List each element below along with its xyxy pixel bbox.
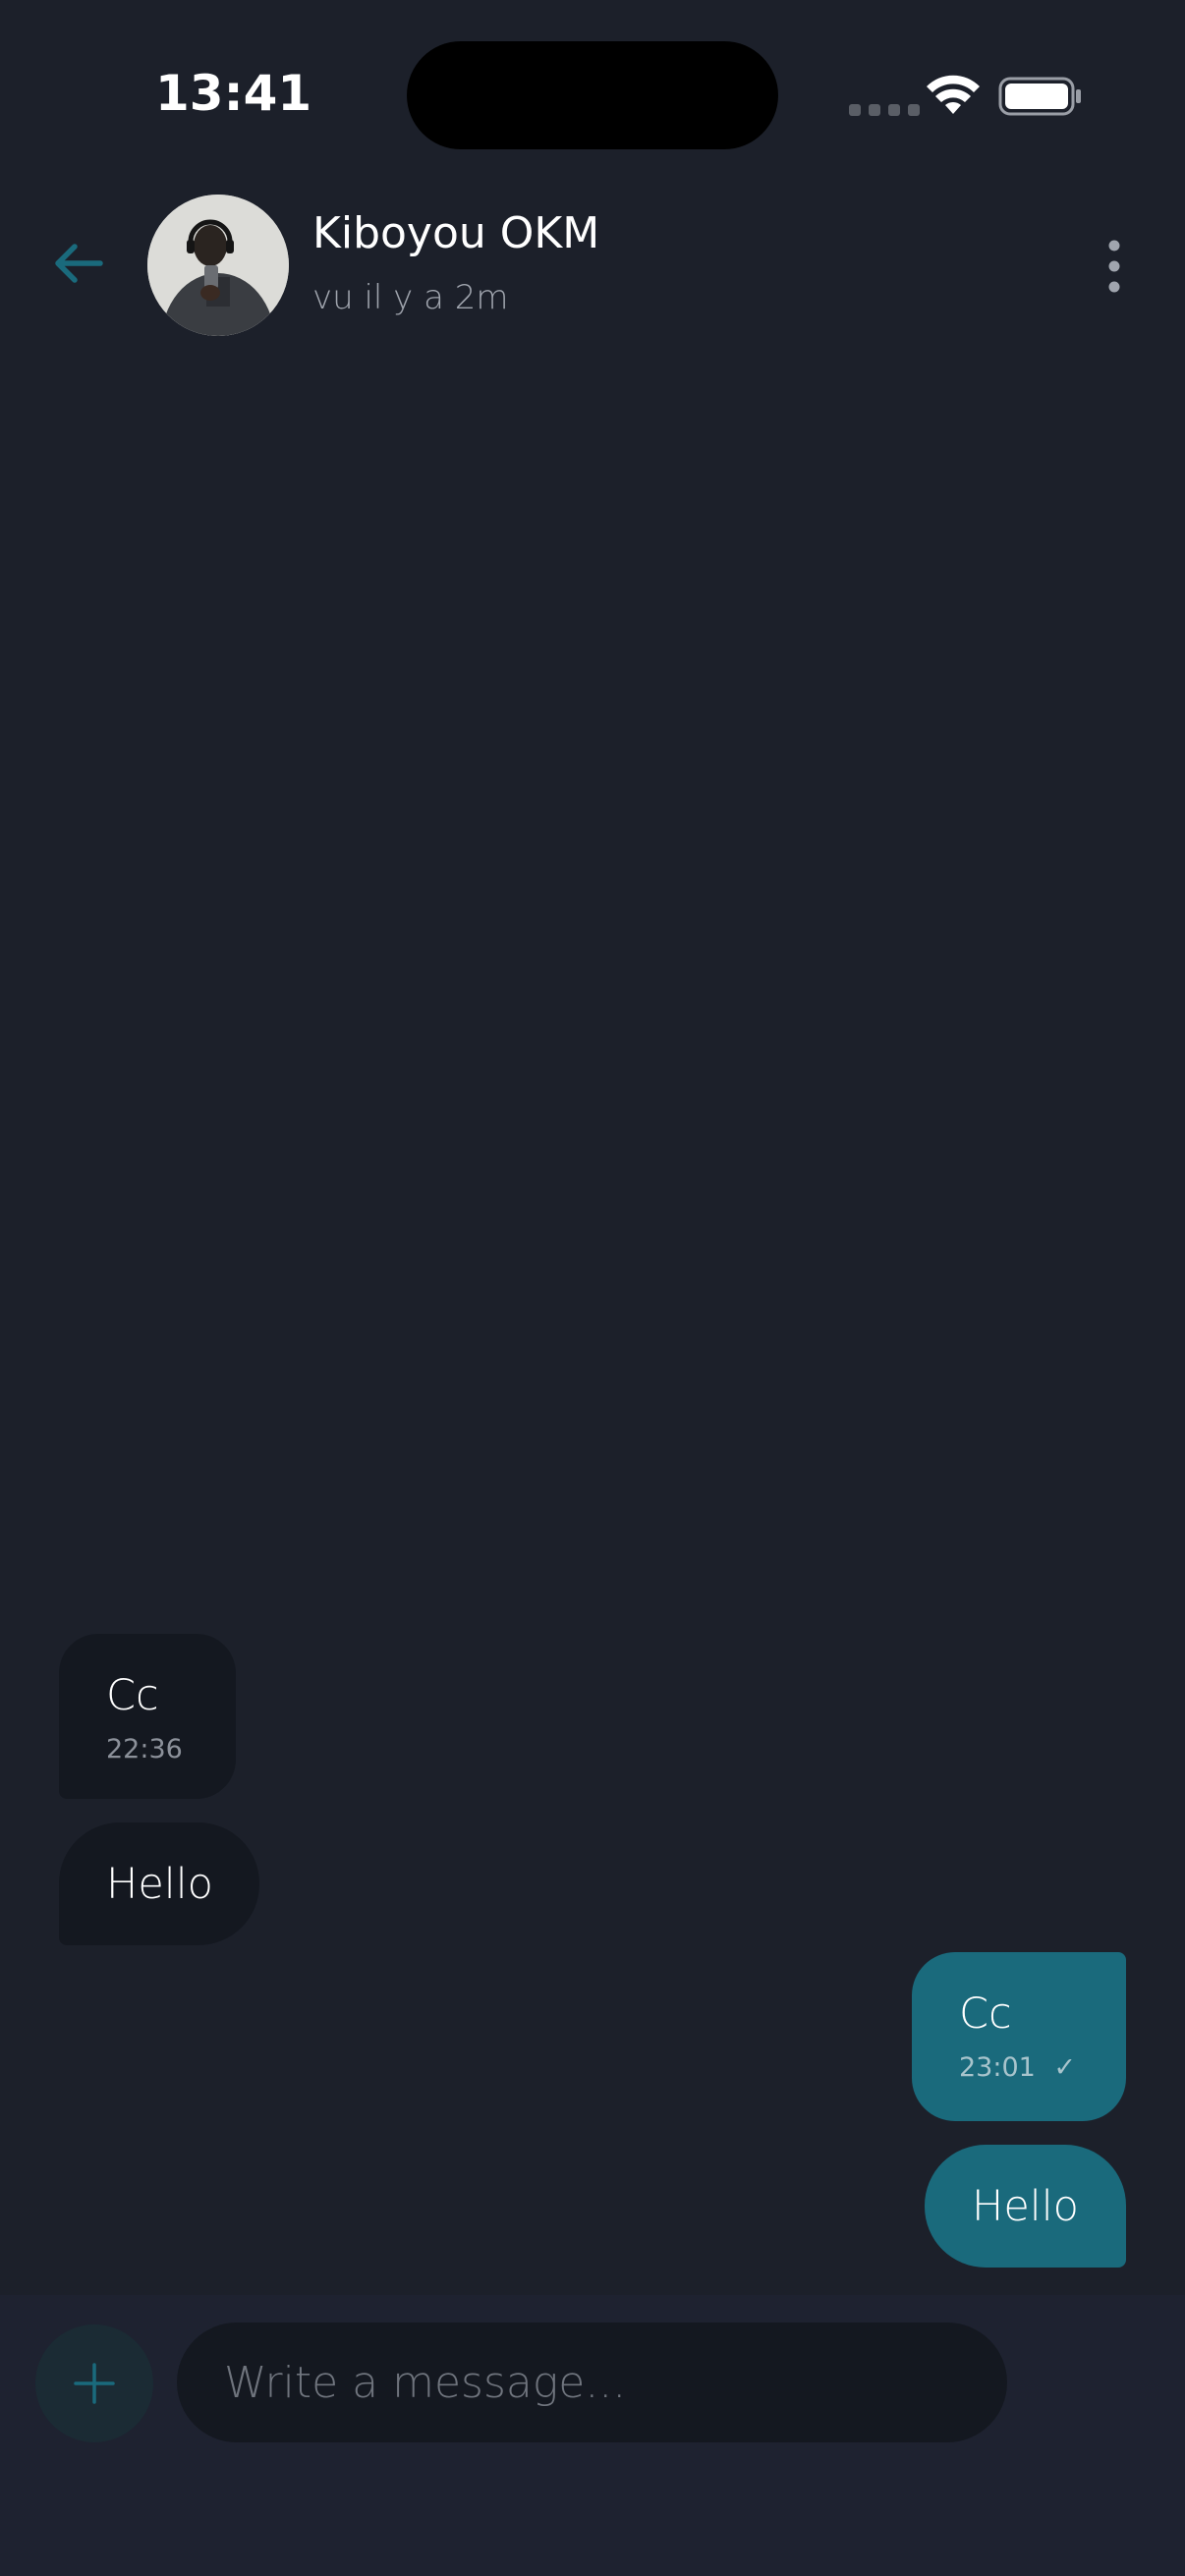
contact-name[interactable]: Kiboyou OKM: [312, 208, 599, 258]
arrow-left-icon[interactable]: [47, 232, 110, 295]
dynamic-island: [407, 41, 778, 149]
message-bubble-outgoing[interactable]: Cc 23:01 ✓: [912, 1952, 1126, 2121]
avatar[interactable]: [147, 195, 289, 336]
message-input[interactable]: [177, 2323, 1007, 2442]
cellular-signal-icon: [849, 104, 920, 116]
message-text: Hello: [106, 1860, 213, 1909]
add-attachment-button[interactable]: [35, 2324, 153, 2442]
message-bubble-incoming[interactable]: Cc 22:36: [59, 1634, 236, 1799]
wifi-icon: [927, 75, 980, 114]
chat-screen: 13:41 Kiboyou OKM vu il y a 2m Cc 22:36 …: [0, 0, 1185, 2576]
message-bubble-incoming[interactable]: Hello: [59, 1822, 259, 1945]
message-text: Cc: [106, 1671, 159, 1720]
message-time: 23:01: [959, 2052, 1036, 2083]
more-vertical-icon[interactable]: [1099, 236, 1130, 297]
message-text: Cc: [959, 1989, 1012, 2039]
status-time: 13:41: [155, 65, 312, 122]
message-meta: 23:01 ✓: [959, 2052, 1126, 2083]
last-seen-status: vu il y a 2m: [312, 278, 509, 317]
plus-icon: [74, 2363, 115, 2404]
battery-icon: [998, 77, 1081, 116]
read-check-icon: ✓: [1053, 2052, 1077, 2083]
message-bubble-outgoing[interactable]: Hello: [925, 2145, 1126, 2268]
message-time: 22:36: [106, 1734, 183, 1764]
message-text: Hello: [972, 2182, 1079, 2231]
